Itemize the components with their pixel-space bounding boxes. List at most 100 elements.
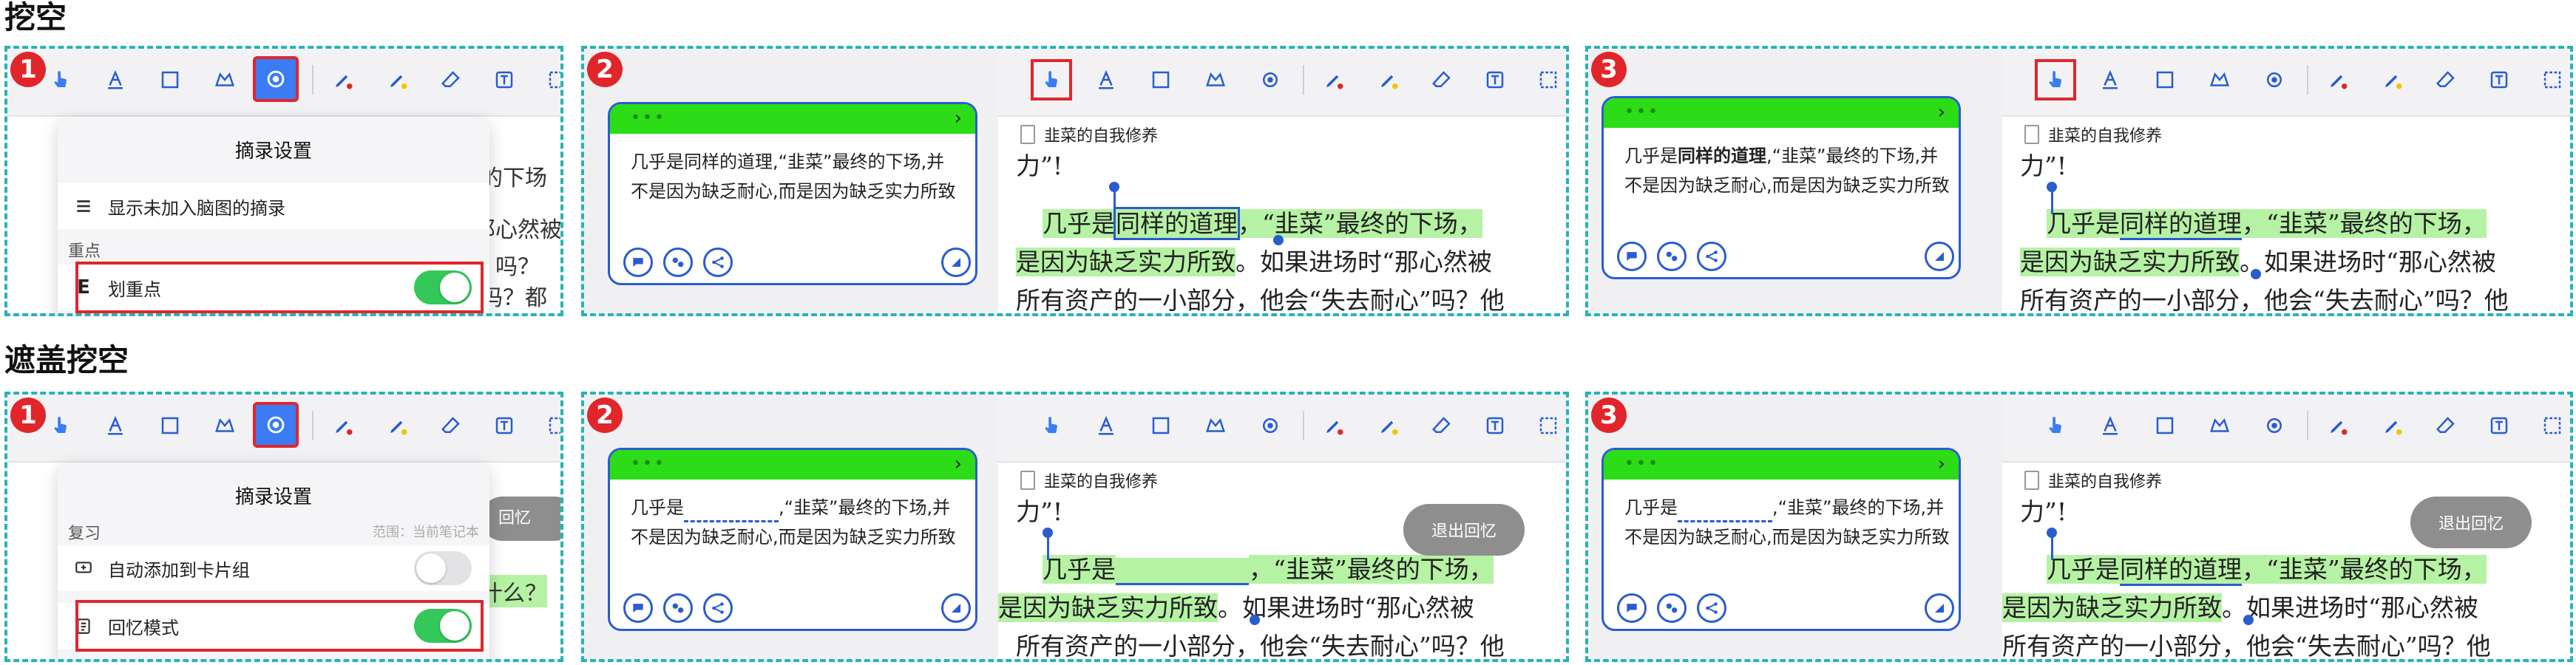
lasso-icon[interactable] — [204, 59, 245, 100]
resize-corner-icon[interactable] — [1925, 593, 1954, 623]
text-icon[interactable] — [1085, 59, 1127, 100]
rect-select-icon[interactable] — [149, 59, 191, 100]
eraser-icon[interactable] — [2425, 59, 2467, 100]
mindmap-icon[interactable] — [703, 248, 733, 277]
excerpt-settings-icon[interactable] — [253, 56, 299, 102]
lasso-icon[interactable] — [2199, 405, 2240, 446]
hand-icon[interactable] — [1031, 59, 1072, 100]
selection-handle[interactable] — [2243, 615, 2254, 625]
card-blank[interactable] — [1678, 498, 1772, 522]
pen-red-icon[interactable] — [1313, 405, 1355, 446]
textbox-icon[interactable] — [1474, 405, 1516, 446]
mindmap-icon[interactable] — [703, 593, 733, 623]
more-icon[interactable] — [537, 405, 560, 446]
text-icon[interactable] — [2089, 405, 2131, 446]
rect-select-icon[interactable] — [2144, 405, 2186, 446]
textbox-icon[interactable] — [2478, 59, 2520, 100]
selection-handle[interactable] — [2251, 269, 2261, 279]
link-icon[interactable] — [663, 593, 693, 623]
auto-add-toggle[interactable] — [414, 551, 472, 585]
text-icon[interactable] — [95, 59, 136, 100]
auto-add-to-deck-row[interactable]: 自动添加到卡片组 — [58, 545, 489, 591]
pen-red-icon[interactable] — [322, 59, 364, 100]
highlighter-yellow-icon[interactable] — [1368, 405, 1409, 446]
text-icon[interactable] — [95, 405, 136, 446]
exit-recall-button-partial[interactable]: 回忆 — [481, 497, 560, 541]
selection-handle[interactable] — [1273, 235, 1284, 245]
selection-handle[interactable] — [1109, 182, 1119, 192]
more-icon[interactable] — [2532, 405, 2570, 446]
card-blank[interactable] — [684, 498, 779, 522]
eraser-icon[interactable] — [2425, 405, 2467, 446]
textbox-icon[interactable] — [1474, 59, 1516, 100]
more-icon[interactable] — [1528, 405, 1566, 446]
selection-handle[interactable] — [2047, 528, 2057, 538]
eraser-icon[interactable] — [1421, 59, 1462, 100]
link-icon[interactable] — [1657, 593, 1687, 623]
selection-handle[interactable] — [1250, 615, 1260, 625]
excerpt-card[interactable]: ••• › 几乎是 ,“韭菜”最终的下场,并不是因为缺乏耐心,而是因为缺乏实力所致 — [608, 448, 977, 631]
pen-red-icon[interactable] — [1313, 59, 1355, 100]
exit-recall-button[interactable]: 退出回忆 — [1403, 504, 1525, 556]
mindmap-icon[interactable] — [1697, 242, 1726, 271]
comment-icon[interactable] — [623, 593, 653, 623]
highlighter-yellow-icon[interactable] — [377, 59, 418, 100]
resize-corner-icon[interactable] — [1925, 242, 1954, 271]
chevron-right-icon[interactable]: › — [1938, 453, 1945, 475]
resize-corner-icon[interactable] — [941, 248, 971, 277]
eraser-icon[interactable] — [430, 405, 472, 446]
hand-icon[interactable] — [40, 59, 81, 100]
hand-icon[interactable] — [2035, 59, 2076, 100]
comment-icon[interactable] — [1617, 242, 1647, 271]
textbox-icon[interactable] — [484, 59, 525, 100]
lasso-icon[interactable] — [1195, 405, 1236, 446]
more-icon[interactable] — [2532, 59, 2570, 100]
comment-icon[interactable] — [1617, 593, 1647, 623]
selection-handle[interactable] — [1043, 528, 1053, 538]
rect-select-icon[interactable] — [1140, 59, 1182, 100]
excerpt-settings-icon[interactable] — [253, 402, 299, 448]
excerpt-card[interactable]: ••• › 几乎是 ,“韭菜”最终的下场,并不是因为缺乏耐心,而是因为缺乏实力所致 — [1601, 448, 1961, 631]
excerpt-settings-icon[interactable] — [1250, 405, 1291, 446]
hand-icon[interactable] — [40, 405, 81, 446]
link-icon[interactable] — [1657, 242, 1687, 271]
more-icon[interactable] — [537, 59, 560, 100]
resize-corner-icon[interactable] — [941, 593, 971, 623]
hand-icon[interactable] — [2035, 405, 2076, 446]
comment-icon[interactable] — [623, 248, 653, 277]
exit-recall-button[interactable]: 退出回忆 — [2410, 497, 2532, 548]
show-unmapped-row[interactable]: 显示未加入脑图的摘录 — [58, 183, 489, 229]
more-icon[interactable] — [1528, 59, 1566, 100]
rect-select-icon[interactable] — [1140, 405, 1182, 446]
rect-select-icon[interactable] — [149, 405, 191, 446]
hand-icon[interactable] — [1031, 405, 1072, 446]
highlighter-yellow-icon[interactable] — [2372, 405, 2413, 446]
text-icon[interactable] — [2089, 59, 2131, 100]
textbox-icon[interactable] — [484, 405, 525, 446]
highlighter-yellow-icon[interactable] — [2372, 59, 2413, 100]
pen-red-icon[interactable] — [2317, 405, 2359, 446]
lasso-icon[interactable] — [204, 405, 245, 446]
highlighter-yellow-icon[interactable] — [377, 405, 418, 446]
excerpt-settings-icon[interactable] — [1250, 59, 1291, 100]
textbox-icon[interactable] — [2478, 405, 2520, 446]
mindmap-icon[interactable] — [1697, 593, 1726, 623]
highlighter-yellow-icon[interactable] — [1368, 59, 1409, 100]
lasso-icon[interactable] — [1195, 59, 1236, 100]
covered-blank[interactable] — [1116, 558, 1249, 585]
chevron-right-icon[interactable]: › — [1938, 101, 1945, 123]
selection-handle[interactable] — [2047, 182, 2057, 192]
pen-red-icon[interactable] — [2317, 59, 2359, 100]
excerpt-settings-icon[interactable] — [2254, 59, 2295, 100]
excerpt-settings-icon[interactable] — [2254, 405, 2295, 446]
text-icon[interactable] — [1085, 405, 1127, 446]
pen-red-icon[interactable] — [322, 405, 364, 446]
lasso-icon[interactable] — [2199, 59, 2240, 100]
rect-select-icon[interactable] — [2144, 59, 2186, 100]
chevron-right-icon[interactable]: › — [955, 453, 962, 475]
excerpt-card[interactable]: ••• › 几乎是同样的道理,“韭菜”最终的下场,并不是因为缺乏耐心,而是因为缺乏… — [1601, 96, 1961, 279]
chevron-right-icon[interactable]: › — [955, 107, 962, 129]
excerpt-card[interactable]: ••• › 几乎是同样的道理,“韭菜”最终的下场,并不是因为缺乏耐心,而是因为缺乏… — [608, 102, 977, 285]
eraser-icon[interactable] — [1421, 405, 1462, 446]
link-icon[interactable] — [663, 248, 693, 277]
